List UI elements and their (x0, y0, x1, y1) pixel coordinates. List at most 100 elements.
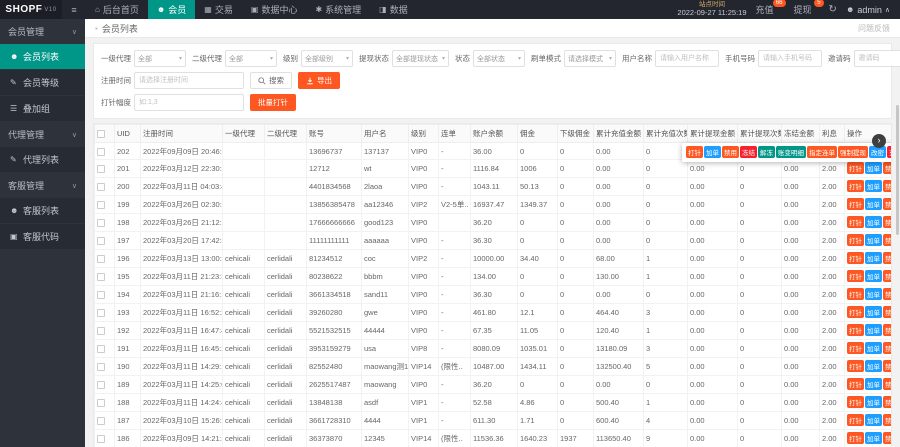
action-button-orange[interactable]: 禁用 (883, 162, 892, 174)
action-button-orange[interactable]: 打针 (847, 378, 864, 390)
action-button-green[interactable]: 解冻 (758, 146, 775, 158)
row-checkbox[interactable] (97, 309, 105, 317)
action-button-blue[interactable]: 加单 (865, 378, 882, 390)
action-button-blue[interactable]: 加单 (865, 288, 882, 300)
row-checkbox[interactable] (97, 255, 105, 263)
action-button-orange[interactable]: 禁用 (883, 252, 892, 264)
sidebar-item[interactable]: ☻客服列表 (0, 198, 85, 224)
action-button-orange[interactable]: 禁用 (883, 432, 892, 444)
action-button-orange[interactable]: 打针 (847, 270, 864, 282)
search-button[interactable]: 搜索 (250, 72, 292, 89)
action-button-red[interactable]: 充值 (887, 146, 892, 158)
action-button-blue[interactable]: 加单 (865, 396, 882, 408)
action-button-orange[interactable]: 禁用 (883, 234, 892, 246)
filter-select[interactable]: 请选择模式▾ (564, 50, 616, 67)
action-button-blue[interactable]: 加单 (865, 342, 882, 354)
filter-input[interactable] (758, 50, 822, 67)
action-button-blue[interactable]: 加单 (865, 414, 882, 426)
action-button-orange[interactable]: 打针 (847, 252, 864, 264)
sidebar-item[interactable]: ☰叠加组 (0, 96, 85, 122)
action-button-red[interactable]: 冻结 (740, 146, 757, 158)
action-button-orange[interactable]: 打针 (847, 234, 864, 246)
filter-select[interactable]: 全部状态▾ (473, 50, 525, 67)
action-button-blue[interactable]: 加单 (865, 252, 882, 264)
action-button-orange[interactable]: 禁用 (883, 216, 892, 228)
action-button-orange[interactable]: 禁用 (883, 342, 892, 354)
action-button-blue[interactable]: 加单 (865, 216, 882, 228)
action-button-orange[interactable]: 禁用 (883, 198, 892, 210)
action-button-orange[interactable]: 禁用 (883, 180, 892, 192)
action-button-orange[interactable]: 强制提现 (838, 146, 868, 158)
sidebar-item[interactable]: ▣客服代码 (0, 224, 85, 250)
row-checkbox[interactable] (97, 381, 105, 389)
sidebar-group[interactable]: 代理管理∨ (0, 122, 85, 147)
action-button-orange[interactable]: 禁用 (722, 146, 739, 158)
top-nav-item[interactable]: ✱系统管理 (306, 0, 370, 19)
row-checkbox[interactable] (97, 273, 105, 281)
row-checkbox[interactable] (97, 417, 105, 425)
register-time-input[interactable] (134, 72, 244, 89)
user-menu[interactable]: ☻ admin ∧ (846, 5, 890, 15)
top-nav-item[interactable]: ⌂后台首页 (86, 0, 148, 19)
export-button[interactable]: 导出 (298, 72, 340, 89)
filter-select[interactable]: 全部▾ (225, 50, 277, 67)
action-button-orange[interactable]: 禁用 (883, 378, 892, 390)
action-button-orange[interactable]: 打针 (847, 342, 864, 354)
action-button-orange[interactable]: 打针 (847, 288, 864, 300)
row-checkbox[interactable] (97, 165, 105, 173)
topbar-shortcut[interactable]: 提现5 (794, 3, 820, 16)
action-button-orange[interactable]: 打针 (847, 198, 864, 210)
action-button-orange[interactable]: 禁用 (883, 270, 892, 282)
row-checkbox[interactable] (97, 148, 105, 156)
row-checkbox[interactable] (97, 327, 105, 335)
row-checkbox[interactable] (97, 345, 105, 353)
menu-toggle-icon[interactable]: ≡ (62, 0, 86, 19)
action-button-orange[interactable]: 指定连单 (807, 146, 837, 158)
action-button-orange[interactable]: 打针 (847, 180, 864, 192)
action-button-orange[interactable]: 禁用 (883, 288, 892, 300)
row-checkbox[interactable] (97, 291, 105, 299)
vertical-scrollbar[interactable] (896, 105, 899, 235)
action-button-green[interactable]: 账变明细 (776, 146, 806, 158)
top-nav-item[interactable]: ▣数据中心 (242, 0, 307, 19)
action-button-orange[interactable]: 禁用 (883, 360, 892, 372)
action-button-blue[interactable]: 加单 (704, 146, 721, 158)
sidebar-item[interactable]: ✎代理列表 (0, 147, 85, 173)
action-button-blue[interactable]: 加单 (865, 162, 882, 174)
action-button-blue[interactable]: 加单 (865, 360, 882, 372)
action-button-orange[interactable]: 打针 (847, 162, 864, 174)
sidebar-item[interactable]: ☻会员列表 (0, 44, 85, 70)
action-button-blue[interactable]: 加单 (865, 180, 882, 192)
select-all-checkbox[interactable] (97, 130, 105, 138)
sidebar-item[interactable]: ✎会员等级 (0, 70, 85, 96)
action-button-orange[interactable]: 打针 (847, 432, 864, 444)
action-button-orange[interactable]: 禁用 (883, 306, 892, 318)
action-button-orange[interactable]: 打针 (847, 306, 864, 318)
row-checkbox[interactable] (97, 399, 105, 407)
action-button-orange[interactable]: 打针 (847, 360, 864, 372)
top-nav-item[interactable]: ◨数据 (370, 0, 417, 19)
top-nav-item[interactable]: ▦交易 (195, 0, 242, 19)
row-checkbox[interactable] (97, 183, 105, 191)
batch-needle-button[interactable]: 批量打针 (250, 94, 296, 111)
action-button-orange[interactable]: 禁用 (883, 396, 892, 408)
action-button-orange[interactable]: 打针 (847, 324, 864, 336)
feedback-link[interactable]: 问题反馈 (858, 23, 890, 34)
action-button-blue[interactable]: 加单 (865, 198, 882, 210)
topbar-shortcut[interactable]: 充值66 (756, 3, 782, 16)
filter-select[interactable]: 全部▾ (134, 50, 186, 67)
filter-input[interactable] (854, 50, 900, 67)
row-checkbox[interactable] (97, 435, 105, 443)
action-button-orange[interactable]: 打针 (847, 216, 864, 228)
row-checkbox[interactable] (97, 363, 105, 371)
top-nav-item[interactable]: ☻会员 (148, 0, 195, 19)
sidebar-group[interactable]: 会员管理∨ (0, 19, 85, 44)
row-checkbox[interactable] (97, 237, 105, 245)
filter-select[interactable]: 全部级别▾ (301, 50, 353, 67)
needle-range-input[interactable] (134, 94, 244, 111)
sidebar-group[interactable]: 客服管理∨ (0, 173, 85, 198)
filter-select[interactable]: 全部提现状态▾ (392, 50, 449, 67)
action-button-blue[interactable]: 加单 (865, 324, 882, 336)
row-checkbox[interactable] (97, 219, 105, 227)
action-button-orange[interactable]: 打针 (847, 396, 864, 408)
